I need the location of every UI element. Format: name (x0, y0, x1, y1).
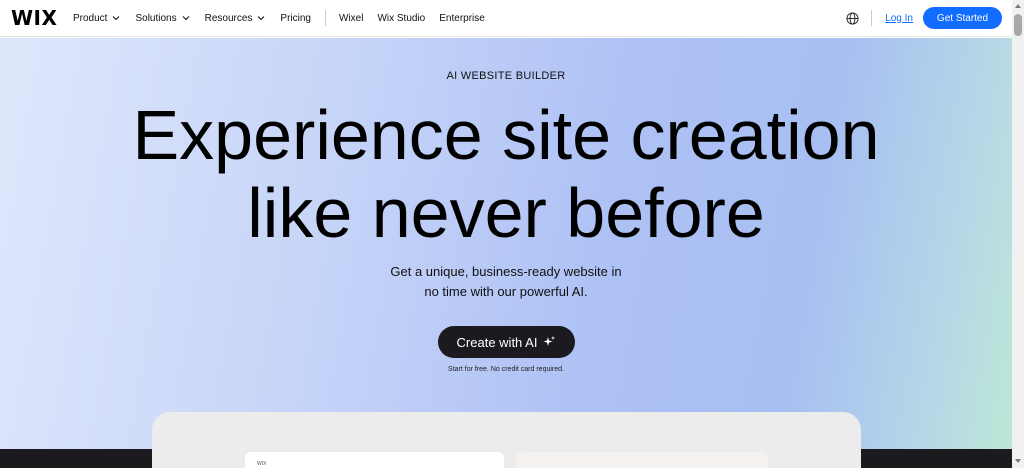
nav-right-group: Log In Get Started (846, 7, 1012, 29)
nav-pricing[interactable]: Pricing (280, 13, 311, 24)
get-started-button[interactable]: Get Started (923, 7, 1002, 29)
scrollbar-thumb[interactable] (1014, 14, 1022, 36)
login-link[interactable]: Log In (885, 13, 913, 24)
nav-solutions-label: Solutions (135, 12, 177, 24)
hero-eyebrow: AI WEBSITE BUILDER (446, 70, 566, 82)
hero-headline-line-1: Experience site creation (132, 96, 880, 174)
scrollbar[interactable] (1012, 0, 1024, 468)
nav-divider (325, 10, 326, 26)
scroll-up-arrow[interactable] (1015, 4, 1021, 8)
nav-wixel[interactable]: Wixel (339, 13, 363, 24)
nav-wix-studio[interactable]: Wix Studio (377, 13, 425, 24)
nav-enterprise[interactable]: Enterprise (439, 13, 485, 24)
top-navigation: WIX Product Solutions Resources Pricing … (0, 0, 1012, 37)
hero-section: AI WEBSITE BUILDER Experience site creat… (0, 38, 1012, 468)
hero-subtitle-line-1: Get a unique, business-ready website in (390, 264, 622, 279)
create-with-ai-button[interactable]: Create with AI (438, 326, 575, 358)
nav-resources-label: Resources (204, 12, 253, 24)
chevron-down-icon (182, 16, 189, 21)
nav-pricing-label: Pricing (280, 12, 311, 24)
hero-subtitle: Get a unique, business-ready website in … (0, 262, 1012, 302)
globe-icon[interactable] (846, 11, 859, 25)
chevron-down-icon (258, 16, 265, 21)
sparkle-icon (543, 336, 556, 346)
wix-logo[interactable]: WIX (11, 6, 73, 30)
chevron-down-icon (113, 16, 120, 21)
hero-note: Start for free. No credit card required. (448, 366, 564, 373)
nav-divider (871, 10, 873, 26)
preview-card-right (516, 452, 768, 468)
preview-card-label: WIX (257, 461, 267, 467)
nav-solutions[interactable]: Solutions (135, 13, 190, 24)
nav-product-label: Product (73, 12, 108, 24)
hero-headline: Experience site creation like never befo… (0, 96, 1012, 252)
preview-card-left: WIX (245, 452, 504, 468)
hero-subtitle-line-2: no time with our powerful AI. (424, 284, 588, 299)
nav-resources[interactable]: Resources (205, 13, 267, 24)
hero-headline-line-2: like never before (247, 174, 765, 252)
nav-product[interactable]: Product (73, 13, 121, 24)
create-with-ai-label: Create with AI (456, 334, 538, 350)
scroll-down-arrow[interactable] (1015, 459, 1021, 463)
